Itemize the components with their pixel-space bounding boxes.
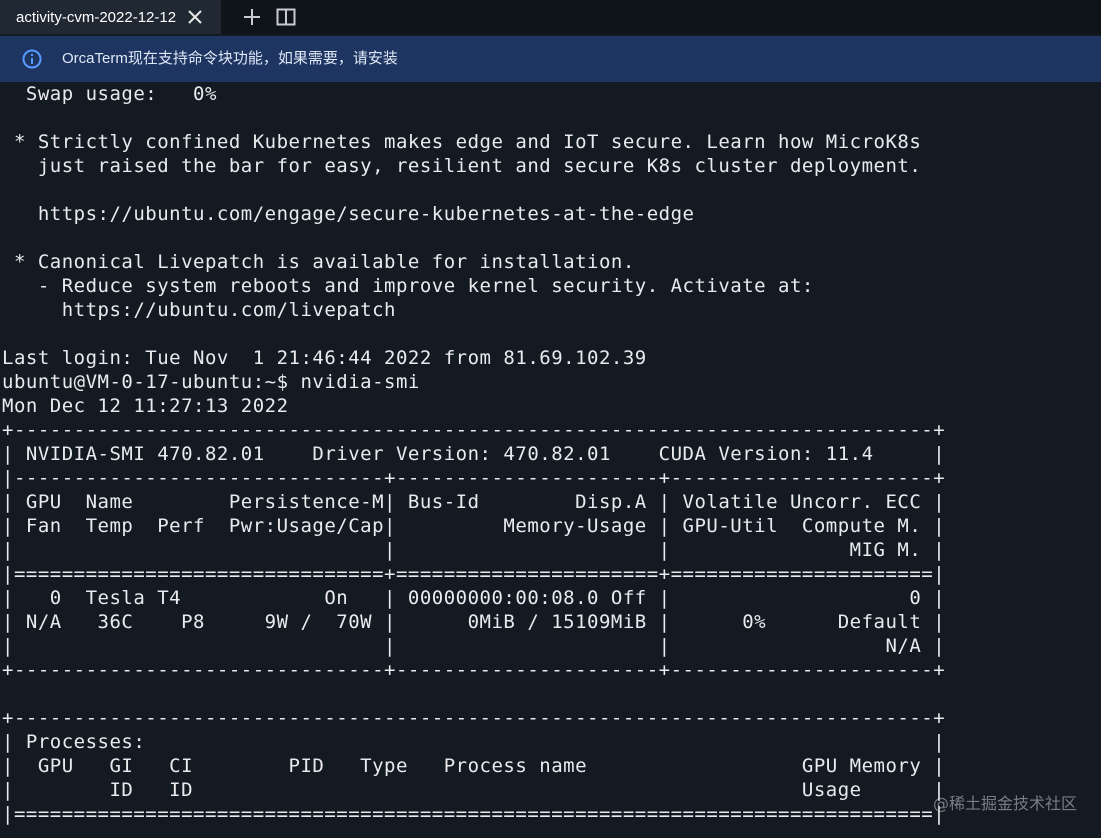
terminal-line: ubuntu@VM-0-17-ubuntu:~$ nvidia-smi	[2, 371, 420, 393]
terminal-line: +-------------------------------+-------…	[2, 659, 946, 681]
terminal-line: |===============================+=======…	[2, 563, 946, 585]
terminal-line: |=======================================…	[2, 803, 946, 825]
terminal-line: - Reduce system reboots and improve kern…	[2, 275, 814, 297]
terminal-lines: Swap usage: 0% * Strictly confined Kuber…	[2, 82, 945, 826]
terminal-line: | | | MIG M. |	[2, 539, 946, 561]
terminal-line: | ID ID Usage |	[2, 779, 946, 801]
terminal-line: Last login: Tue Nov 1 21:46:44 2022 from…	[2, 347, 647, 369]
tab-activity-cvm[interactable]: activity-cvm-2022-12-12	[0, 0, 221, 34]
terminal-line: * Strictly confined Kubernetes makes edg…	[2, 131, 922, 153]
terminal-line: https://ubuntu.com/livepatch	[2, 299, 396, 321]
terminal-line: * Canonical Livepatch is available for i…	[2, 251, 635, 273]
split-pane-icon[interactable]	[275, 6, 297, 28]
terminal-line: +---------------------------------------…	[2, 419, 946, 441]
terminal-line: Swap usage: 0%	[2, 83, 217, 105]
tab-bar: activity-cvm-2022-12-12	[0, 0, 1101, 34]
terminal-line: +---------------------------------------…	[2, 707, 946, 729]
terminal-line: | Fan Temp Perf Pwr:Usage/Cap| Memory-Us…	[2, 515, 946, 537]
terminal-line: | | | N/A |	[2, 635, 946, 657]
info-circle-icon	[22, 49, 42, 69]
tab-label: activity-cvm-2022-12-12	[16, 8, 177, 26]
terminal-line: | Processes: |	[2, 731, 946, 753]
terminal-line: | NVIDIA-SMI 470.82.01 Driver Version: 4…	[2, 443, 946, 465]
terminal-line: |-------------------------------+-------…	[2, 467, 946, 489]
terminal-output[interactable]: Swap usage: 0% * Strictly confined Kuber…	[0, 82, 1101, 838]
notice-text: OrcaTerm现在支持命令块功能，如果需要，请安装	[62, 50, 398, 67]
terminal-line: just raised the bar for easy, resilient …	[2, 155, 922, 177]
plus-icon[interactable]	[241, 6, 263, 28]
watermark: @稀土掘金技术社区	[932, 794, 1077, 813]
terminal-line: | N/A 36C P8 9W / 70W | 0MiB / 15109MiB …	[2, 611, 946, 633]
close-icon[interactable]	[186, 8, 204, 26]
terminal-line: | 0 Tesla T4 On | 00000000:00:08.0 Off |…	[2, 587, 946, 609]
terminal-line: | GPU GI CI PID Type Process name GPU Me…	[2, 755, 946, 777]
terminal-line: https://ubuntu.com/engage/secure-kuberne…	[2, 203, 695, 225]
notice-banner: OrcaTerm现在支持命令块功能，如果需要，请安装	[0, 36, 1101, 82]
terminal-line: Mon Dec 12 11:27:13 2022	[2, 395, 289, 417]
terminal-line: | GPU Name Persistence-M| Bus-Id Disp.A …	[2, 491, 946, 513]
